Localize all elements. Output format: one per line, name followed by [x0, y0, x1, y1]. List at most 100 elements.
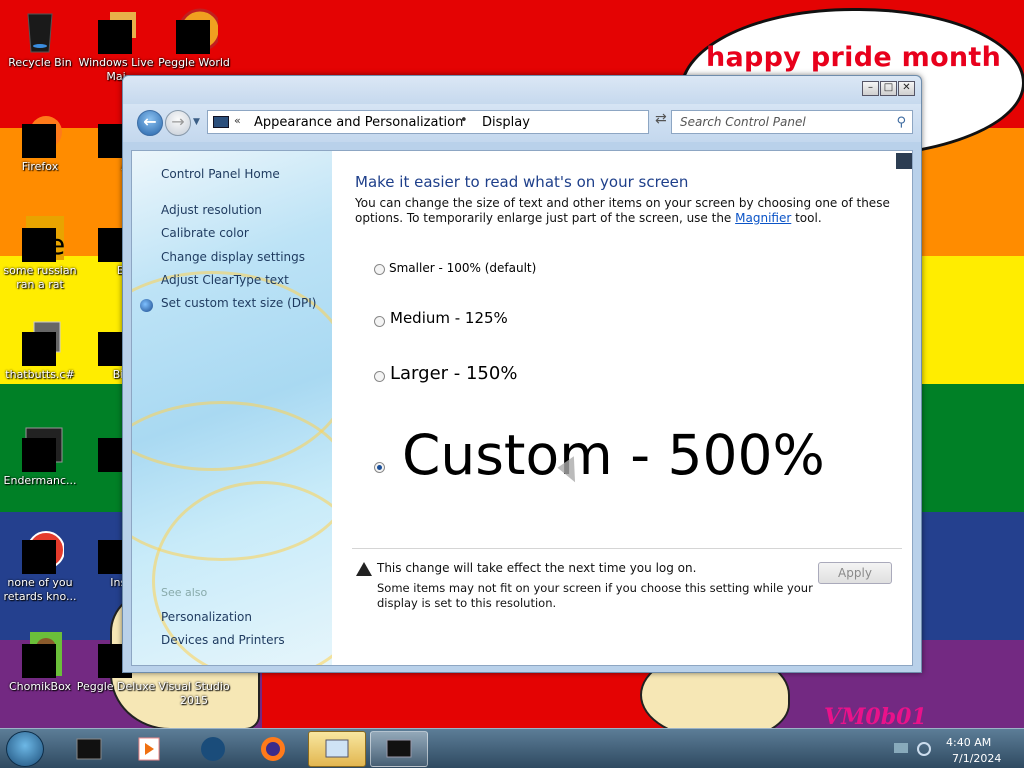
breadcrumb-separator: • [460, 113, 468, 128]
maximize-button[interactable]: □ [880, 81, 897, 96]
page-description: You can change the size of text and othe… [355, 196, 895, 226]
minimize-button[interactable]: – [862, 81, 879, 96]
warning-detail: Some items may not fit on your screen if… [377, 581, 813, 610]
desktop-icon-none-of-you[interactable]: none of you retards kno... [0, 526, 80, 604]
app-icon [201, 737, 225, 761]
desktop-icon-label: Visual Studio 2015 [158, 680, 230, 707]
desktop-icon-label: thatbutts.c# [5, 368, 75, 381]
desktop-icon-windows-live-mail[interactable]: Windows Live Mai [76, 6, 156, 84]
redaction-box [22, 332, 56, 366]
system-tray: 4:40 AM 7/1/2024 [886, 731, 1016, 767]
control-panel-icon [213, 116, 229, 128]
refresh-icon[interactable]: ⇄ [655, 111, 667, 127]
search-input[interactable]: Search Control Panel [680, 115, 806, 129]
radio-smaller[interactable] [374, 264, 385, 275]
breadcrumb-appearance[interactable]: Appearance and Personalization [254, 115, 463, 130]
desktop-icon-label: some russian ran a rat [3, 264, 77, 291]
redaction-box [22, 228, 56, 262]
desktop-icon-label: Recycle Bin [8, 56, 72, 69]
sidebar-link-control-panel-home[interactable]: Control Panel Home [161, 167, 280, 181]
warning-text: This change will take effect the next ti… [377, 561, 697, 575]
monitor-icon [386, 739, 412, 758]
redaction-box [22, 124, 56, 158]
firefox-icon [261, 737, 285, 761]
clock-date[interactable]: 7/1/2024 [952, 752, 1001, 765]
redaction-box [176, 20, 210, 54]
desktop-icon-chomikbox[interactable]: ChomikBox [0, 630, 80, 694]
media-player-icon [138, 737, 160, 761]
sidebar-link-devices-printers[interactable]: Devices and Printers [161, 633, 285, 647]
double-chevron-icon[interactable]: « [234, 114, 241, 127]
breadcrumb-display[interactable]: Display [482, 115, 530, 130]
radio-medium[interactable] [374, 316, 385, 327]
sidebar-link-custom-dpi[interactable]: Set custom text size (DPI) [161, 296, 316, 310]
recycle-bin-icon [16, 6, 64, 54]
taskbar-app-1[interactable] [60, 731, 118, 767]
taskbar-app-3[interactable] [184, 731, 242, 767]
forward-button[interactable]: → [165, 110, 191, 136]
control-panel-icon [325, 739, 349, 758]
chomikbox-icon [16, 630, 64, 678]
description-text: tool. [791, 211, 822, 225]
volume-icon[interactable] [914, 739, 934, 759]
taskbar: 4:40 AM 7/1/2024 [0, 728, 1024, 768]
desktop-icon-peggle-world[interactable]: Peggle World [154, 6, 234, 70]
search-icon[interactable]: ⚲ [896, 115, 906, 130]
desktop-icon-label: Peggle Deluxe [76, 680, 156, 693]
redaction-box [22, 438, 56, 472]
apply-button[interactable]: Apply [818, 562, 892, 584]
app-icon [76, 738, 102, 760]
file-icon [16, 318, 64, 366]
start-button[interactable] [6, 731, 44, 767]
sidebar-link-personalization[interactable]: Personalization [161, 610, 252, 624]
help-icon[interactable] [896, 153, 912, 169]
banner-text: happy pride month [706, 42, 1002, 73]
taskbar-display[interactable] [370, 731, 428, 767]
page-title: Make it easier to read what's on your sc… [355, 173, 689, 191]
option-label-smaller[interactable]: Smaller - 100% (default) [389, 261, 536, 275]
color-calibration-icon [140, 299, 153, 312]
magnifier-link[interactable]: Magnifier [735, 211, 791, 225]
taskbar-control-panel[interactable] [308, 731, 366, 767]
desktop-icon-thatbutts[interactable]: thatbutts.c# [0, 318, 80, 382]
desktop-icon-some-russian[interactable]: e some russian ran a rat [0, 214, 80, 292]
recent-pages-dropdown-icon[interactable]: ▼ [193, 117, 200, 127]
content-area: Control Panel Home Adjust resolution Cal… [131, 150, 913, 666]
sidebar: Control Panel Home Adjust resolution Cal… [132, 151, 332, 665]
desktop-icon-label: Firefox [21, 160, 59, 173]
network-icon[interactable] [892, 739, 912, 759]
desktop-icon-endermanc[interactable]: Endermanc... [0, 424, 80, 488]
peggle-icon [170, 6, 222, 54]
radio-larger[interactable] [374, 371, 385, 382]
taskbar-firefox[interactable] [244, 731, 302, 767]
desktop-icon-firefox[interactable]: Firefox [0, 110, 80, 174]
redaction-box [22, 644, 56, 678]
app-icon [16, 424, 64, 472]
title-bar[interactable]: – □ ✕ [123, 76, 921, 104]
navigation-bar: ← → ▼ « Appearance and Personalization •… [123, 104, 921, 142]
watermark: VM0b01 [824, 704, 927, 730]
back-button[interactable]: ← [137, 110, 163, 136]
desktop-icon-label: Endermanc... [3, 474, 77, 487]
redaction-box [98, 20, 132, 54]
desktop-icon-recycle-bin[interactable]: Recycle Bin [0, 6, 80, 70]
option-label-medium[interactable]: Medium - 125% [390, 309, 508, 327]
sidebar-link-adjust-resolution[interactable]: Adjust resolution [161, 203, 262, 217]
control-panel-window: – □ ✕ ← → ▼ « Appearance and Personaliza… [122, 75, 922, 673]
clock-time[interactable]: 4:40 AM [946, 736, 991, 749]
close-button[interactable]: ✕ [898, 81, 915, 96]
address-bar[interactable]: « Appearance and Personalization • Displ… [207, 110, 713, 134]
divider [352, 548, 902, 549]
see-also-heading: See also [161, 586, 208, 599]
sidebar-link-adjust-cleartype[interactable]: Adjust ClearType text [161, 273, 289, 287]
taskbar-media-player[interactable] [120, 731, 178, 767]
option-label-larger[interactable]: Larger - 150% [390, 363, 517, 384]
main-panel: Make it easier to read what's on your sc… [332, 151, 912, 665]
sidebar-link-change-display-settings[interactable]: Change display settings [161, 250, 305, 264]
radio-custom[interactable] [374, 462, 385, 473]
firefox-icon [16, 110, 64, 158]
app-icon: e [16, 214, 65, 262]
search-box[interactable]: Search Control Panel ⚲ [671, 110, 913, 134]
sidebar-link-calibrate-color[interactable]: Calibrate color [161, 226, 249, 240]
option-label-custom[interactable]: Custom - 500% [402, 423, 825, 487]
